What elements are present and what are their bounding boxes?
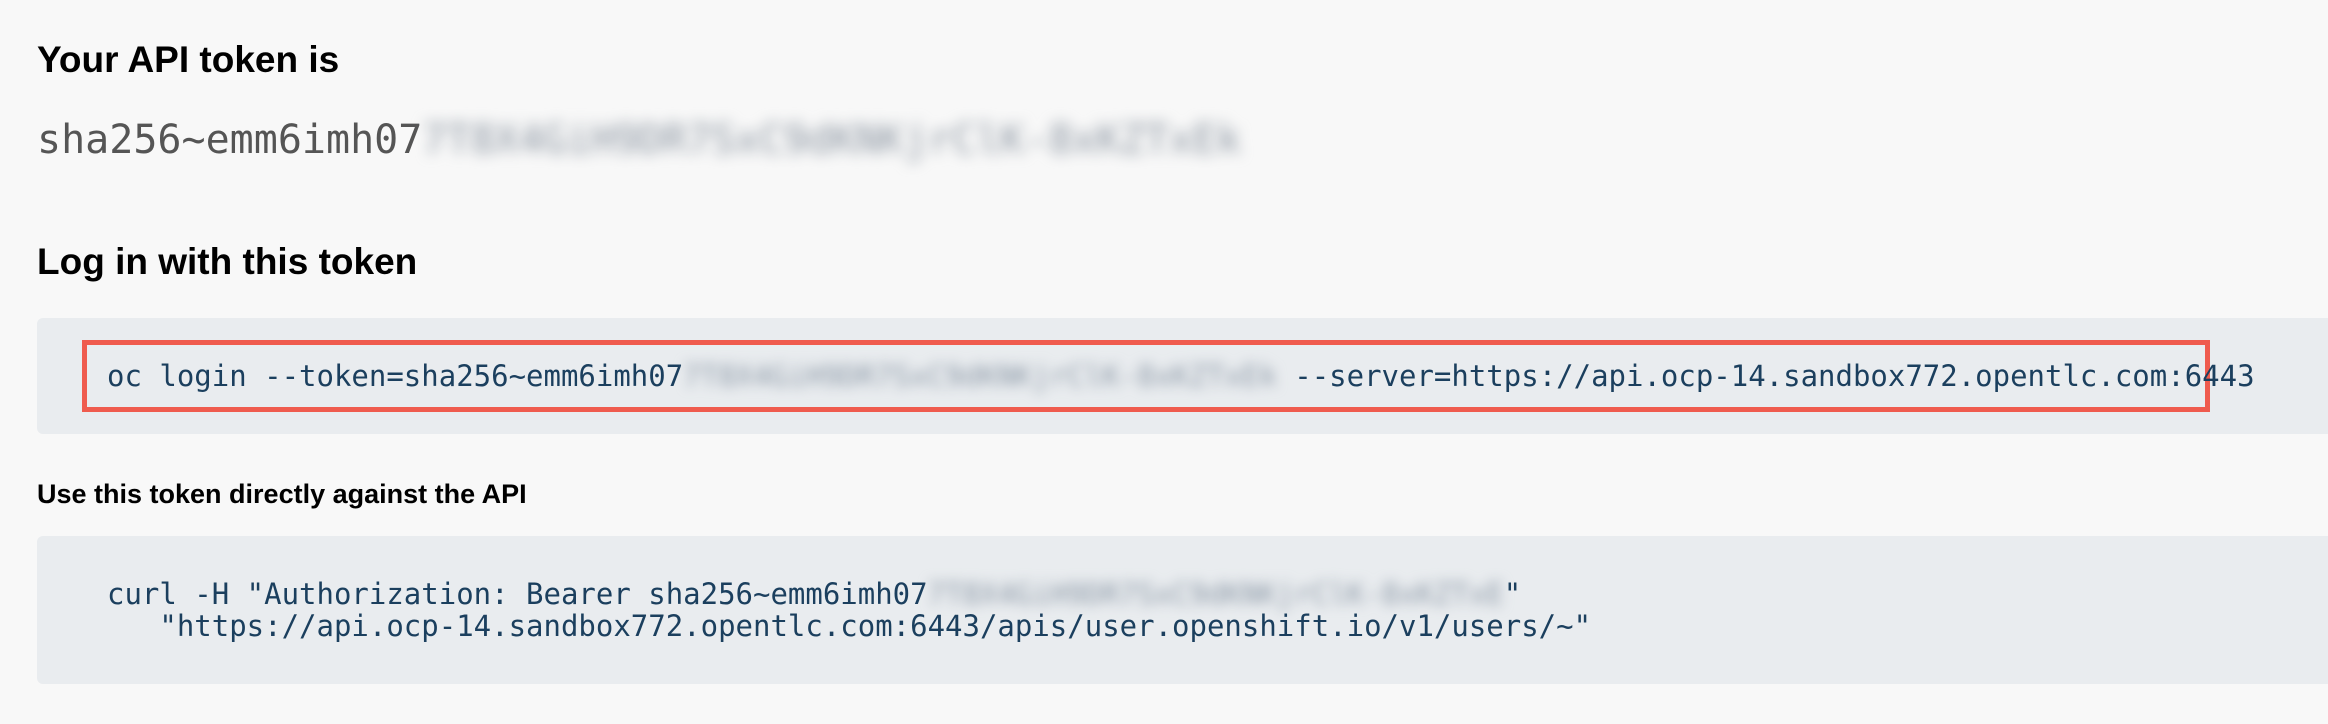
curl-command-line-1[interactable]: curl -H "Authorization: Bearer sha256~em… <box>107 576 1521 612</box>
api-token-redacted-part: 7T8X4GiH9DR7SxC9dKNKjrClK-8xKZTxEk <box>422 117 1242 163</box>
login-command-redacted-token: 7T8X4GiH9DR7SxC9dKNKjrClK-8xKZTxEk <box>683 359 1277 393</box>
api-token-heading: Your API token is <box>37 39 340 80</box>
login-command-prefix: oc login --token=sha256~emm6imh07 <box>107 359 684 393</box>
login-command-server: --server=https://api.ocp-14.sandbox772.o… <box>1276 359 2255 393</box>
curl-line1-redacted-token: 7T8X4GiH9DR7SxC9dKNKjrClK-8xKZTxE <box>927 577 1504 611</box>
curl-line1-prefix: curl -H "Authorization: Bearer sha256~em… <box>107 577 928 611</box>
api-token-visible-part: sha256~emm6imh07 <box>37 117 423 163</box>
curl-command-line-2[interactable]: "https://api.ocp-14.sandbox772.opentlc.c… <box>107 608 1591 644</box>
api-usage-heading: Use this token directly against the API <box>37 479 527 509</box>
login-heading: Log in with this token <box>37 241 418 282</box>
login-command[interactable]: oc login --token=sha256~emm6imh077T8X4Gi… <box>107 358 2255 394</box>
curl-line1-suffix: " <box>1503 577 1522 611</box>
api-token-value[interactable]: sha256~emm6imh077T8X4GiH9DR7SxC9dKNKjrCl… <box>37 110 1241 170</box>
